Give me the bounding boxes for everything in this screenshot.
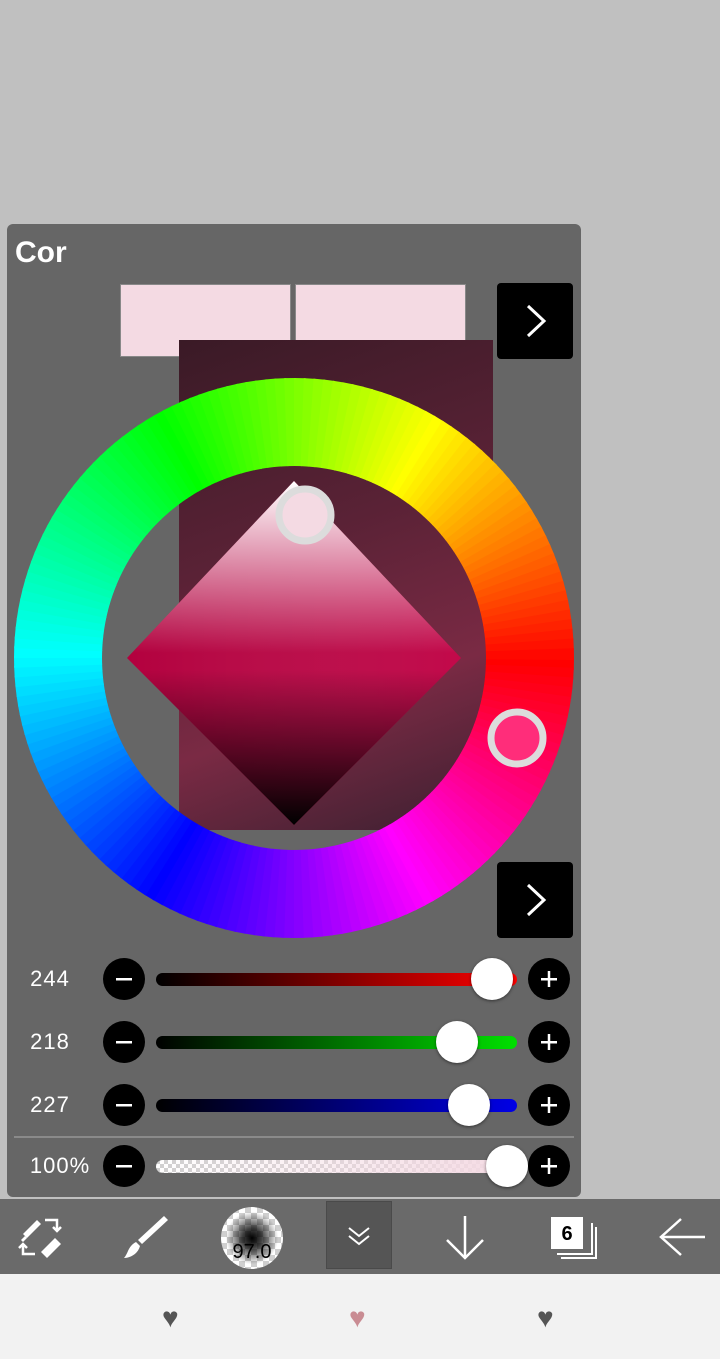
minus-icon <box>116 978 132 981</box>
move-down-button[interactable] <box>440 1199 490 1274</box>
chevron-double-down-icon <box>348 1227 370 1246</box>
blue-value: 227 <box>30 1092 70 1117</box>
saturation-picker-handle[interactable] <box>275 485 335 545</box>
opacity-slider-track[interactable] <box>156 1160 517 1173</box>
opacity-decrease-button[interactable] <box>103 1145 145 1187</box>
red-increase-button[interactable] <box>528 958 570 1000</box>
collapse-button[interactable] <box>326 1201 392 1269</box>
layer-count: 6 <box>551 1217 583 1249</box>
heart-icon[interactable]: ♥ <box>162 1304 179 1332</box>
brush-icon <box>124 1215 168 1258</box>
minus-icon <box>116 1104 132 1107</box>
opacity-value: 100% <box>29 1153 91 1178</box>
red-slider-row: 244 <box>7 957 581 1001</box>
heart-icon[interactable]: ♥ <box>537 1304 554 1332</box>
hue-picker-handle[interactable] <box>487 708 547 768</box>
minus-icon <box>116 1041 132 1044</box>
brush-size-button[interactable]: 97.0 <box>221 1207 283 1269</box>
red-decrease-button[interactable] <box>103 958 145 1000</box>
brush-tool-button[interactable] <box>115 1199 175 1274</box>
brush-size-value: 97.0 <box>232 1241 272 1263</box>
green-slider-row: 218 <box>7 1020 581 1064</box>
red-slider-handle[interactable] <box>471 958 514 1000</box>
bottom-navigation-bar: ♥ ♥ ♥ <box>0 1274 720 1359</box>
green-value: 218 <box>30 1029 70 1054</box>
back-button[interactable] <box>655 1199 709 1274</box>
color-panel: Cor 244 218 227 100% <box>7 224 581 1197</box>
arrow-left-icon <box>659 1217 705 1256</box>
chevron-right-icon <box>526 883 547 917</box>
next-wheel-button[interactable] <box>497 862 573 938</box>
blue-slider-row: 227 <box>7 1083 581 1127</box>
plus-icon <box>541 1158 557 1174</box>
opacity-slider-handle[interactable] <box>486 1145 528 1187</box>
blue-slider-handle[interactable] <box>447 1084 490 1126</box>
plus-icon <box>541 1097 557 1113</box>
heart-icon[interactable]: ♥ <box>349 1304 366 1332</box>
red-slider-track[interactable] <box>156 973 517 986</box>
blue-increase-button[interactable] <box>528 1084 570 1126</box>
plus-icon <box>541 1034 557 1050</box>
bottom-toolbar: 97.0 6 <box>0 1199 720 1274</box>
green-decrease-button[interactable] <box>103 1021 145 1063</box>
minus-icon <box>116 1165 132 1168</box>
opacity-increase-button[interactable] <box>528 1145 570 1187</box>
red-value: 244 <box>30 966 70 991</box>
slider-divider <box>14 1136 574 1138</box>
green-increase-button[interactable] <box>528 1021 570 1063</box>
arrow-down-icon <box>446 1215 484 1260</box>
swap-tool-icon <box>18 1218 62 1258</box>
opacity-slider-row: 100% <box>7 1144 581 1188</box>
plus-icon <box>541 971 557 987</box>
blue-decrease-button[interactable] <box>103 1084 145 1126</box>
swap-tool-button[interactable] <box>10 1199 70 1274</box>
green-slider-handle[interactable] <box>435 1021 478 1063</box>
color-wheel[interactable] <box>7 224 581 944</box>
